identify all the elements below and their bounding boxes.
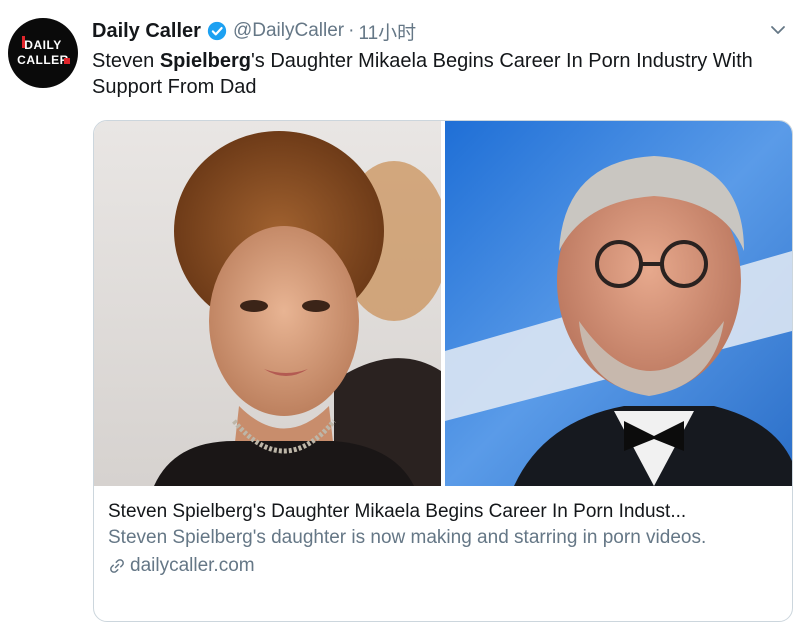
- chevron-down-icon[interactable]: [770, 22, 786, 38]
- avatar[interactable]: DAILY CALLER: [8, 18, 78, 88]
- card-domain[interactable]: dailycaller.com: [130, 555, 255, 577]
- tweet-header: Daily Caller @DailyCaller · 11小时: [92, 18, 760, 44]
- separator-dot: ·: [348, 20, 355, 41]
- tweet-text-part: Steven: [92, 50, 160, 72]
- card-domain-row[interactable]: dailycaller.com: [108, 555, 778, 577]
- link-card[interactable]: Steven Spielberg's Daughter Mikaela Begi…: [93, 120, 793, 622]
- card-description: Steven Spielberg's daughter is now makin…: [108, 527, 707, 548]
- card-title[interactable]: Steven Spielberg's Daughter Mikaela Begi…: [108, 499, 778, 525]
- author-handle[interactable]: @DailyCaller: [233, 20, 344, 42]
- logo-accent-2: [64, 58, 70, 64]
- card-text: Steven Spielberg's Daughter Mikaela Begi…: [108, 499, 778, 577]
- verified-badge-icon: [207, 21, 227, 41]
- card-image[interactable]: [94, 121, 792, 486]
- author-name[interactable]: Daily Caller: [92, 20, 201, 43]
- tweet-text: Steven Spielberg's Daughter Mikaela Begi…: [92, 48, 782, 100]
- avatar-logo-line1: DAILY: [24, 38, 62, 52]
- timestamp[interactable]: 11小时: [358, 18, 416, 45]
- link-icon: [110, 559, 124, 573]
- tweet-text-part: Spielberg: [159, 50, 251, 72]
